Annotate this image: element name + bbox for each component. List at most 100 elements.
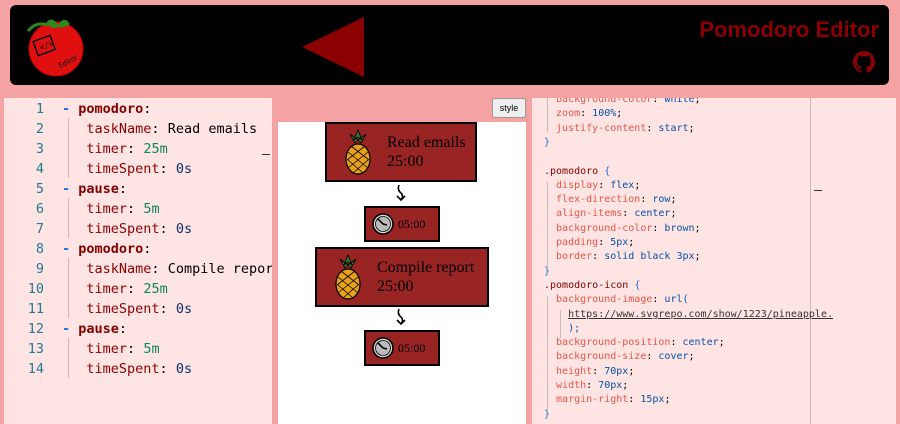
css-token: background-color: [544, 222, 653, 234]
url-link[interactable]: https://www.svgrepo.com/show/1223/pineap…: [568, 309, 833, 320]
pomodoro-info: Compile report 25:00: [377, 258, 474, 296]
css-code-line[interactable]: justify-content: start;: [544, 122, 896, 136]
css-token: :: [640, 194, 653, 206]
css-code-line[interactable]: align-items: center;: [544, 207, 896, 221]
yaml-value: 25m: [143, 141, 168, 157]
css-token: .pomodoro-icon: [544, 279, 635, 291]
css-code-line[interactable]: [544, 150, 896, 164]
css-token: ;: [622, 380, 629, 391]
css-token: ;: [634, 179, 641, 191]
code-line[interactable]: 7 timeSpent: 0s: [4, 219, 272, 239]
code-text: timer: 25m: [86, 281, 168, 297]
css-code-line[interactable]: zoom: 100%;: [544, 107, 896, 121]
pause-timer: 05:00: [398, 216, 426, 231]
code-text: - pomodoro:: [62, 101, 152, 117]
code-line[interactable]: 9 taskName: Compile report: [4, 259, 272, 279]
css-token: :: [646, 122, 659, 134]
code-line[interactable]: 12 - pause:: [4, 319, 272, 339]
css-code-line[interactable]: flex-direction: row;: [544, 193, 896, 207]
css-token: 100%: [592, 108, 617, 120]
css-code-line[interactable]: .pomodoro {: [544, 165, 896, 179]
css-code-line[interactable]: width: 70px;: [544, 379, 896, 393]
code-text: timeSpent: 0s: [86, 361, 193, 377]
style-button[interactable]: style: [492, 98, 526, 118]
code-text: timer: 5m: [86, 201, 160, 217]
css-code-line[interactable]: display: flex;: [544, 179, 896, 193]
css-token: row: [652, 194, 671, 206]
css-code-line[interactable]: height: 70px;: [544, 365, 896, 379]
css-token: 15px: [640, 394, 665, 406]
line-number: 4: [35, 161, 44, 177]
css-code-line[interactable]: }: [544, 408, 896, 422]
css-code-line[interactable]: }: [544, 265, 896, 279]
code-line[interactable]: 1 - pomodoro:: [4, 99, 272, 119]
pomodoro-card[interactable]: Read emails 25:00: [325, 122, 477, 182]
yaml-key: timeSpent: [86, 221, 160, 237]
line-number: 12: [27, 321, 44, 337]
css-code-line[interactable]: padding: 5px;: [544, 236, 896, 250]
css-token: 70px: [598, 380, 623, 391]
code-line[interactable]: 5 - pause:: [4, 179, 272, 199]
yaml-key: timer: [86, 141, 128, 157]
css-code-line[interactable]: background-image: url(: [544, 293, 896, 307]
css-token: ;: [670, 208, 677, 220]
code-text: timeSpent: 0s: [86, 301, 193, 317]
css-token: :: [598, 237, 611, 248]
css-code-line[interactable]: margin-right: 15px;: [544, 393, 896, 407]
yaml-editor[interactable]: 1- pomodoro: 2 taskName: Read emails 3 tim…: [4, 98, 272, 424]
code-line[interactable]: 4 timeSpent: 0s: [4, 159, 272, 179]
css-editor[interactable]: background-color: white; zoom: 100%; jus…: [532, 98, 896, 424]
yaml-key: timer: [86, 201, 128, 217]
code-text: timer: 25m: [86, 141, 168, 157]
css-code-line[interactable]: .pomodoro-icon {: [544, 279, 896, 293]
yaml-value: Read emails: [167, 121, 258, 137]
css-code-line[interactable]: }: [544, 136, 896, 150]
css-code-line[interactable]: background-position: center;: [544, 336, 896, 350]
code-line[interactable]: 2 taskName: Read emails: [4, 119, 272, 139]
css-token: :: [592, 251, 605, 263]
line-number: 5: [35, 181, 44, 197]
css-token: display: [544, 179, 599, 191]
css-token: ;: [688, 122, 695, 134]
css-code-line[interactable]: background-color: white;: [544, 98, 896, 107]
css-token: :: [670, 337, 683, 349]
yaml-value: Compile report: [167, 261, 272, 277]
code-line[interactable]: 10 timer: 25m: [4, 279, 272, 299]
css-token: height: [544, 365, 593, 377]
css-token: background-position: [544, 337, 671, 349]
code-text: taskName: Compile report: [62, 259, 272, 279]
css-token: :: [580, 108, 593, 120]
code-line[interactable]: 8 - pomodoro:: [4, 239, 272, 259]
code-line[interactable]: 14 timeSpent: 0s: [4, 359, 272, 379]
pause-timer: 05:00: [398, 340, 426, 355]
triangle-left-icon[interactable]: [302, 17, 364, 77]
css-code-line[interactable]: https://www.svgrepo.com/show/1223/pineap…: [544, 308, 896, 322]
line-number: 8: [35, 241, 44, 257]
yaml-key: timer: [86, 281, 128, 297]
code-line[interactable]: 3 timer: 25m: [4, 139, 272, 159]
code-text: timer: 5m: [86, 341, 160, 357]
pomodoro-card[interactable]: Compile report 25:00: [315, 247, 489, 307]
pause-card[interactable]: 05:00: [364, 206, 440, 242]
css-code-line[interactable]: border: solid black 3px;: [544, 250, 896, 264]
css-token: [544, 323, 568, 334]
yaml-key: pomodoro: [78, 101, 144, 117]
css-token: ;: [664, 394, 671, 406]
code-line[interactable]: 6 timer: 5m: [4, 199, 272, 219]
css-code-line[interactable]: );: [544, 322, 896, 336]
css-token: .pomodoro: [544, 165, 605, 177]
code-line[interactable]: 13 timer: 5m: [4, 339, 272, 359]
css-code-line[interactable]: background-color: brown;: [544, 222, 896, 236]
yaml-key: timeSpent: [86, 161, 160, 177]
css-token: );: [568, 322, 581, 334]
code-line[interactable]: 11 timeSpent: 0s: [4, 299, 272, 319]
pause-card[interactable]: 05:00: [364, 330, 440, 366]
pomodoro-preview: Read emails 25:00 05:00 Compile report 2…: [278, 122, 526, 424]
css-token: cover: [658, 351, 689, 363]
css-token: ;: [688, 351, 695, 363]
task-timer: 25:00: [377, 278, 414, 295]
github-icon[interactable]: [853, 51, 875, 73]
css-token: solid black 3px: [604, 251, 695, 263]
css-token: background-color: [544, 98, 653, 105]
css-code-line[interactable]: background-size: cover;: [544, 350, 896, 364]
